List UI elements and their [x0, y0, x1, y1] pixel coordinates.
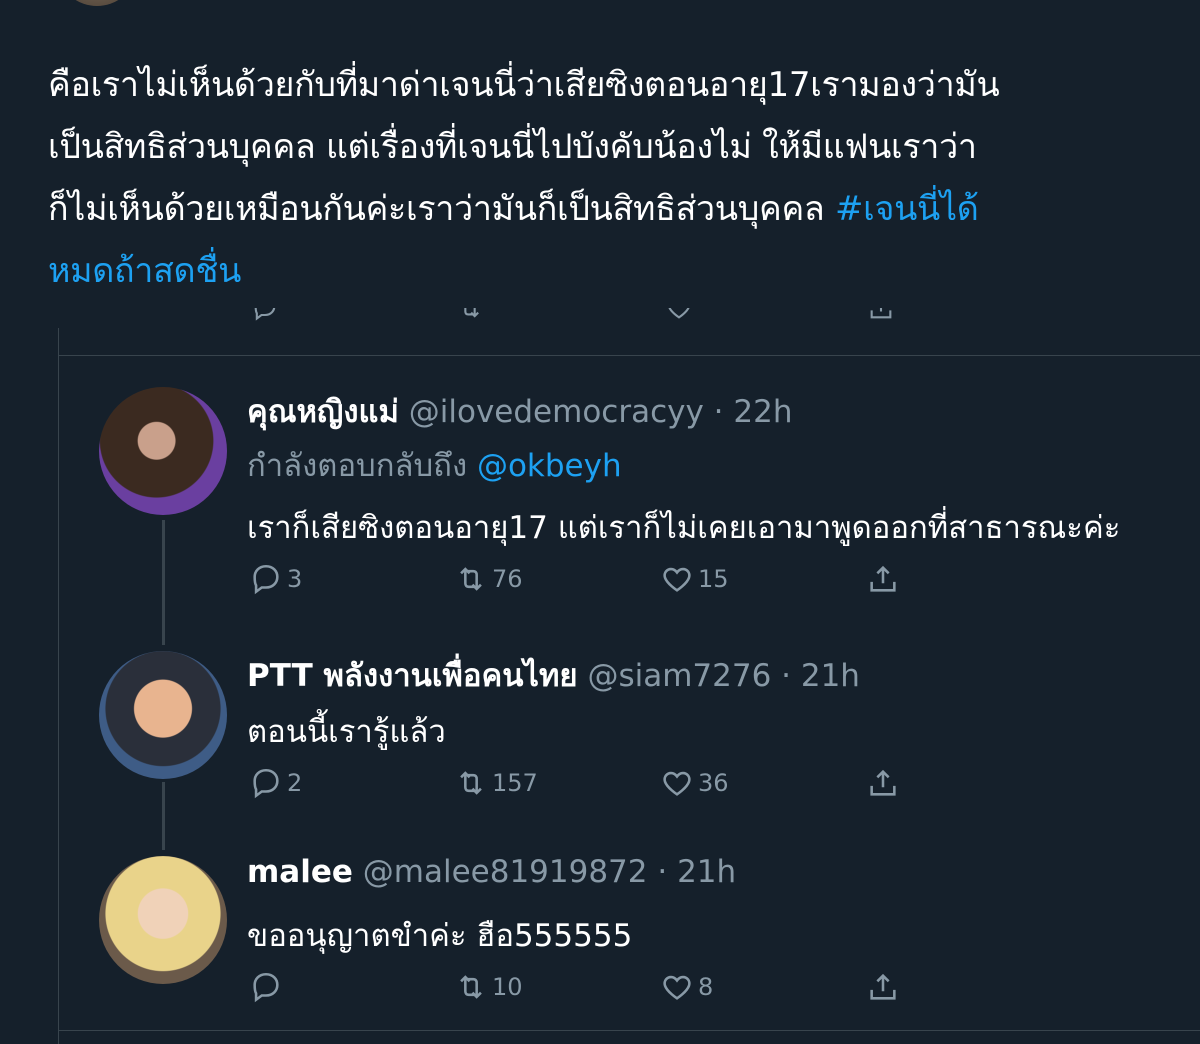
tweet-text: คือเราไม่เห็นด้วยกับที่มาด่าเจนนี่ว่าเสี…	[48, 54, 1188, 302]
reply-header: malee @malee81919872 · 21h	[247, 854, 736, 890]
share-icon	[870, 565, 896, 592]
reply-text: ขออนุญาตขำค่ะ ฮือ555555	[247, 918, 633, 954]
hashtag-link-continued[interactable]: หมดถ้าสดชื่น	[48, 240, 1188, 302]
share-button[interactable]	[866, 562, 904, 596]
retweet-icon	[460, 771, 482, 795]
heart-icon[interactable]	[664, 308, 694, 322]
retweet-button[interactable]: 157	[454, 766, 538, 800]
handle-and-time[interactable]: @siam7276 · 21h	[587, 658, 860, 694]
reply-count: 3	[287, 565, 303, 593]
reply-button[interactable]	[249, 970, 287, 1004]
retweet-button[interactable]: 10	[454, 970, 523, 1004]
retweet-icon	[460, 567, 482, 591]
reply-header: PTT พลังงานเพื่อคนไทย @siam7276 · 21h	[247, 650, 860, 700]
thread-connector-line	[162, 782, 165, 850]
heart-icon	[663, 975, 691, 1000]
avatar[interactable]	[99, 651, 227, 779]
handle-and-time[interactable]: @malee81919872 · 21h	[363, 854, 736, 890]
comment-icon	[253, 564, 279, 595]
mention-link[interactable]: @okbeyh	[477, 448, 622, 484]
avatar[interactable]	[99, 856, 227, 984]
divider	[58, 1030, 1200, 1031]
like-count: 15	[698, 565, 729, 593]
share-button[interactable]	[866, 970, 904, 1004]
display-name[interactable]: malee	[247, 854, 353, 890]
like-button[interactable]: 15	[660, 562, 729, 596]
retweet-count: 157	[492, 769, 538, 797]
like-count: 36	[698, 769, 729, 797]
reply-button[interactable]: 2	[249, 766, 302, 800]
share-icon	[870, 769, 896, 796]
reply-text: เราก็เสียซิงตอนอายุ17 แต่เราก็ไม่เคยเอาม…	[247, 510, 1121, 546]
share-icon[interactable]	[866, 308, 896, 322]
handle-and-time[interactable]: @ilovedemocracyy · 22h	[409, 394, 793, 430]
tweet-line: คือเราไม่เห็นด้วยกับที่มาด่าเจนนี่ว่าเสี…	[48, 65, 1000, 105]
share-button[interactable]	[866, 766, 904, 800]
retweet-count: 76	[492, 565, 523, 593]
retweet-count: 10	[492, 973, 523, 1001]
retweet-icon	[460, 975, 482, 999]
comment-icon[interactable]	[250, 308, 280, 322]
tweet-line: เป็นสิทธิส่วนบุคคล แต่เรื่องที่เจนนี่ไปบ…	[48, 127, 977, 167]
replying-to: กำลังตอบกลับถึง @okbeyh	[247, 440, 622, 490]
retweet-icon[interactable]	[455, 308, 485, 322]
tweet-line: ก็ไม่เห็นด้วยเหมือนกันค่ะเราว่ามันก็เป็น…	[48, 178, 1188, 240]
display-name[interactable]: คุณหญิงแม่	[247, 394, 399, 430]
reply-count: 2	[287, 769, 303, 797]
original-poster-avatar[interactable]	[62, 0, 132, 6]
like-count: 8	[698, 973, 714, 1001]
hashtag-link[interactable]: #เจนนี่ได้	[835, 189, 979, 229]
replying-to-label: กำลังตอบกลับถึง	[247, 448, 477, 484]
thread-connector-line	[162, 520, 165, 645]
avatar[interactable]	[99, 387, 227, 515]
like-button[interactable]: 36	[660, 766, 729, 800]
reply-button[interactable]: 3	[249, 562, 302, 596]
like-button[interactable]: 8	[660, 970, 713, 1004]
retweet-button[interactable]: 76	[454, 562, 523, 596]
divider	[58, 355, 1200, 356]
heart-icon	[663, 771, 691, 796]
tweet-line-text: ก็ไม่เห็นด้วยเหมือนกันค่ะเราว่ามันก็เป็น…	[48, 189, 835, 229]
reply-text: ตอนนี้เรารู้แล้ว	[247, 714, 446, 750]
comment-icon	[253, 972, 279, 1003]
reply-header: คุณหญิงแม่ @ilovedemocracyy · 22h	[247, 386, 792, 436]
comment-icon	[253, 768, 279, 799]
display-name[interactable]: PTT พลังงานเพื่อคนไทย	[247, 658, 578, 694]
heart-icon	[663, 567, 691, 592]
share-icon	[870, 973, 896, 1000]
